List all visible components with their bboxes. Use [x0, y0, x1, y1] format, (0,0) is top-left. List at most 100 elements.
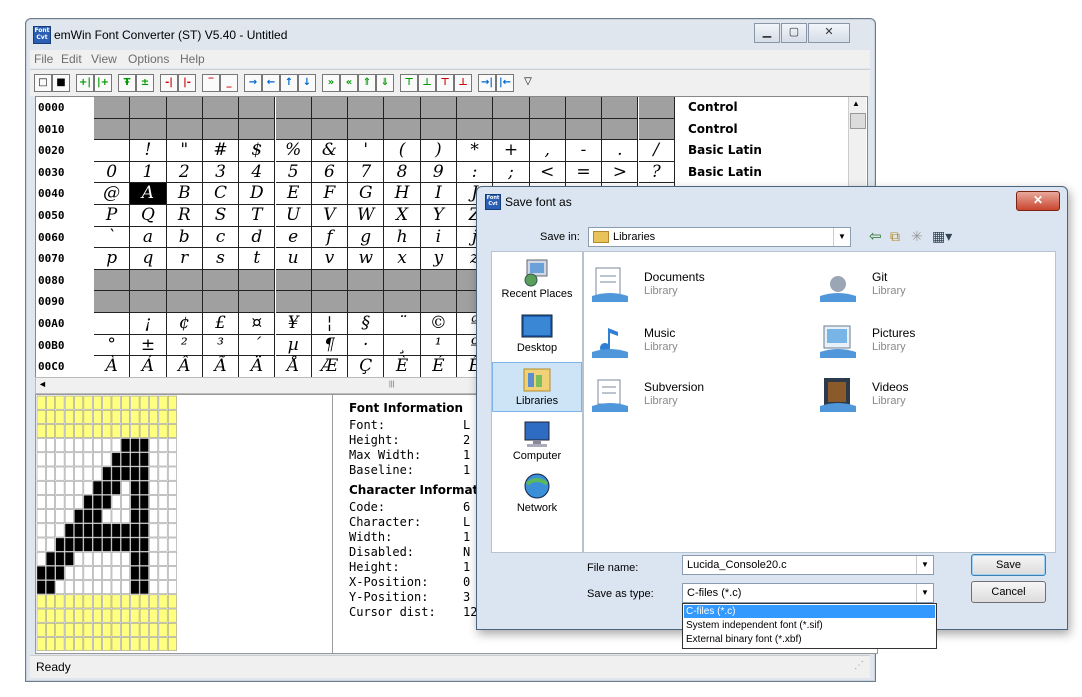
char-cell[interactable]	[348, 269, 385, 292]
glyph-pixel[interactable]	[111, 424, 121, 438]
menu-options[interactable]: Options	[128, 52, 169, 66]
char-cell[interactable]	[239, 291, 276, 313]
disable-row-top-icon[interactable]: ‾	[202, 74, 220, 92]
glyph-pixel[interactable]	[36, 495, 46, 509]
char-cell[interactable]: H	[384, 183, 421, 205]
glyph-pixel[interactable]	[83, 594, 93, 609]
move-left-icon[interactable]: «	[340, 74, 358, 92]
glyph-pixel[interactable]	[130, 395, 140, 410]
glyph-pixel[interactable]	[121, 495, 130, 509]
glyph-pixel[interactable]	[36, 580, 46, 595]
glyph-pixel[interactable]	[102, 594, 112, 609]
char-cell[interactable]: &	[311, 140, 349, 162]
glyph-pixel[interactable]	[121, 608, 130, 623]
char-cell[interactable]: @	[94, 183, 131, 205]
char-cell[interactable]: ¢	[166, 313, 203, 335]
glyph-pixel[interactable]	[36, 637, 46, 651]
char-cell[interactable]	[348, 291, 385, 313]
glyph-pixel[interactable]	[74, 566, 84, 580]
glyph-pixel[interactable]	[83, 509, 93, 524]
glyph-pixel[interactable]	[121, 580, 130, 595]
enable-row-top-icon[interactable]: Ŧ	[118, 74, 136, 92]
glyph-pixel[interactable]	[92, 495, 102, 509]
glyph-pixel[interactable]	[158, 395, 168, 410]
disable-col-icon[interactable]: -|	[160, 74, 178, 92]
glyph-pixel[interactable]	[83, 622, 93, 637]
char-cell[interactable]	[202, 269, 240, 292]
glyph-bitmap[interactable]	[36, 395, 332, 653]
glyph-pixel[interactable]	[64, 551, 74, 566]
glyph-pixel[interactable]	[149, 622, 159, 637]
char-cell[interactable]: !	[130, 140, 167, 162]
glyph-pixel[interactable]	[36, 523, 46, 538]
glyph-pixel[interactable]	[55, 622, 65, 637]
char-cell[interactable]: d	[239, 226, 276, 249]
glyph-pixel[interactable]	[111, 466, 121, 481]
chevron-down-icon[interactable]: ▼	[833, 228, 850, 246]
glyph-pixel[interactable]	[64, 480, 74, 495]
glyph-pixel[interactable]	[83, 608, 93, 623]
char-cell[interactable]: S	[202, 205, 240, 227]
char-cell[interactable]: ·	[348, 334, 385, 357]
glyph-pixel[interactable]	[102, 608, 112, 623]
glyph-pixel[interactable]	[83, 395, 93, 410]
char-cell[interactable]: c	[202, 226, 240, 249]
glyph-pixel[interactable]	[83, 495, 93, 509]
glyph-pixel[interactable]	[92, 551, 102, 566]
char-cell[interactable]	[130, 118, 167, 141]
glyph-pixel[interactable]	[74, 409, 84, 424]
glyph-pixel[interactable]	[130, 466, 140, 481]
char-cell[interactable]: À	[94, 356, 131, 378]
char-cell[interactable]	[638, 97, 675, 119]
move-right-icon[interactable]: »	[322, 74, 340, 92]
glyph-pixel[interactable]	[46, 637, 55, 651]
glyph-pixel[interactable]	[139, 622, 149, 637]
glyph-pixel[interactable]	[149, 580, 159, 595]
glyph-pixel[interactable]	[102, 523, 112, 538]
char-cell[interactable]: f	[311, 226, 349, 249]
glyph-pixel[interactable]	[92, 509, 102, 524]
glyph-pixel[interactable]	[149, 466, 159, 481]
glyph-pixel[interactable]	[55, 438, 65, 453]
glyph-pixel[interactable]	[139, 608, 149, 623]
align-bottom-icon[interactable]: ⊥	[418, 74, 436, 92]
char-cell[interactable]: y	[420, 248, 457, 270]
char-cell[interactable]	[493, 118, 530, 141]
glyph-pixel[interactable]	[130, 509, 140, 524]
char-cell[interactable]: F	[311, 183, 349, 205]
char-cell[interactable]: t	[239, 248, 276, 270]
glyph-pixel[interactable]	[83, 409, 93, 424]
char-cell[interactable]	[420, 118, 457, 141]
glyph-pixel[interactable]	[83, 566, 93, 580]
glyph-pixel[interactable]	[149, 438, 159, 453]
char-cell[interactable]: v	[311, 248, 349, 270]
glyph-pixel[interactable]	[167, 580, 177, 595]
char-cell[interactable]: ±	[130, 334, 167, 357]
glyph-pixel[interactable]	[158, 537, 168, 552]
dialog-close-button[interactable]: ✕	[1016, 191, 1060, 211]
char-cell[interactable]	[202, 291, 240, 313]
char-cell[interactable]: .	[602, 140, 639, 162]
glyph-pixel[interactable]	[149, 509, 159, 524]
glyph-pixel[interactable]	[102, 509, 112, 524]
glyph-pixel[interactable]	[55, 537, 65, 552]
glyph-pixel[interactable]	[74, 637, 84, 651]
glyph-pixel[interactable]	[83, 438, 93, 453]
glyph-pixel[interactable]	[121, 551, 130, 566]
char-cell[interactable]: =	[565, 161, 603, 184]
glyph-pixel[interactable]	[130, 622, 140, 637]
glyph-pixel[interactable]	[158, 480, 168, 495]
glyph-pixel[interactable]	[36, 466, 46, 481]
arrow-right-icon[interactable]: →	[244, 74, 262, 92]
char-cell[interactable]: ¨	[384, 313, 421, 335]
glyph-pixel[interactable]	[158, 409, 168, 424]
glyph-pixel[interactable]	[74, 495, 84, 509]
glyph-pixel[interactable]	[46, 523, 55, 538]
glyph-pixel[interactable]	[46, 551, 55, 566]
new-file-icon[interactable]: □	[34, 74, 52, 92]
char-cell[interactable]: U	[275, 205, 312, 227]
char-cell[interactable]: Ã	[202, 356, 240, 378]
place-desktop[interactable]: Desktop	[492, 312, 582, 354]
char-cell[interactable]	[239, 269, 276, 292]
char-cell[interactable]	[130, 291, 167, 313]
